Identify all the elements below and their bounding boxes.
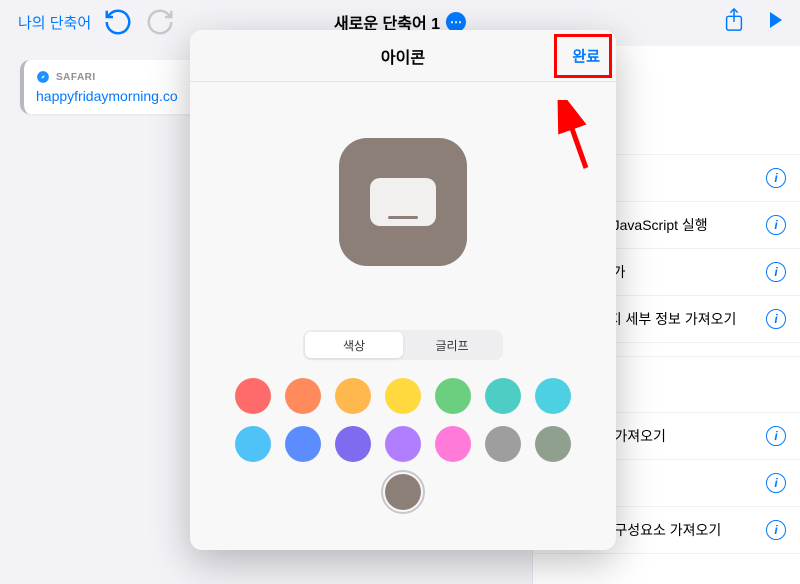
share-button[interactable] xyxy=(724,8,744,37)
display-glyph-icon xyxy=(368,176,438,228)
color-swatch[interactable] xyxy=(385,474,421,510)
color-swatch[interactable] xyxy=(385,426,421,462)
color-swatch[interactable] xyxy=(285,426,321,462)
info-button[interactable]: i xyxy=(766,473,786,493)
color-swatch[interactable] xyxy=(385,378,421,414)
done-button[interactable]: 완료 xyxy=(572,45,600,66)
safari-compass-icon xyxy=(36,70,50,84)
color-swatch[interactable] xyxy=(485,426,521,462)
color-swatch[interactable] xyxy=(485,378,521,414)
color-swatch[interactable] xyxy=(335,426,371,462)
color-swatch[interactable] xyxy=(335,378,371,414)
color-swatch[interactable] xyxy=(285,378,321,414)
color-swatch[interactable] xyxy=(435,378,471,414)
modal-title: 아이콘 xyxy=(381,44,425,68)
color-swatch[interactable] xyxy=(435,426,471,462)
info-button[interactable]: i xyxy=(766,426,786,446)
color-swatch[interactable] xyxy=(535,426,571,462)
segment-color[interactable]: 색상 xyxy=(305,332,403,358)
annotation-arrow xyxy=(552,100,596,170)
undo-button[interactable] xyxy=(103,7,133,37)
color-grid xyxy=(190,374,616,526)
redo-button xyxy=(145,7,175,37)
title-options-button[interactable]: ⋯ xyxy=(446,12,466,32)
undo-icon xyxy=(103,7,133,37)
segmented-control[interactable]: 색상 글리프 xyxy=(303,330,503,360)
info-button[interactable]: i xyxy=(766,168,786,188)
run-button[interactable] xyxy=(768,11,784,34)
info-button[interactable]: i xyxy=(766,520,786,540)
share-icon xyxy=(724,8,744,32)
play-icon xyxy=(768,11,784,29)
color-swatch[interactable] xyxy=(535,378,571,414)
info-button[interactable]: i xyxy=(766,262,786,282)
redo-icon xyxy=(145,7,175,37)
info-button[interactable]: i xyxy=(766,215,786,235)
icon-preview xyxy=(339,138,467,266)
safari-label: SAFARI xyxy=(56,72,96,83)
color-swatch[interactable] xyxy=(235,378,271,414)
color-swatch[interactable] xyxy=(235,426,271,462)
segment-glyph[interactable]: 글리프 xyxy=(403,332,501,358)
info-button[interactable]: i xyxy=(766,309,786,329)
icon-picker-modal: 아이콘 완료 색상 글리프 xyxy=(190,30,616,550)
nav-back-button[interactable]: 나의 단축어 xyxy=(18,12,91,33)
